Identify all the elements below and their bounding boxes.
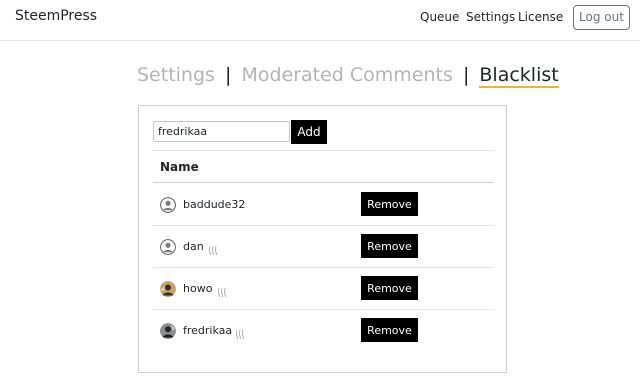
steem-icon: [235, 325, 246, 340]
remove-button[interactable]: Remove: [361, 234, 418, 258]
steem-icon: [217, 283, 228, 298]
remove-button[interactable]: Remove: [361, 318, 418, 342]
add-button[interactable]: Add: [291, 120, 327, 144]
table-row: dan Remove: [153, 226, 494, 268]
tab-separator: |: [462, 64, 470, 86]
default-avatar-icon: [160, 239, 176, 255]
nav-link-settings[interactable]: Settings: [466, 10, 515, 24]
photo-avatar-icon: [160, 323, 176, 339]
default-avatar-icon: [160, 197, 176, 213]
remove-button[interactable]: Remove: [361, 192, 418, 216]
tab-settings[interactable]: Settings: [137, 64, 215, 86]
table-row: baddude32 Remove: [153, 184, 494, 226]
remove-button[interactable]: Remove: [361, 276, 418, 300]
table-header: Name: [153, 150, 494, 183]
tab-separator: |: [224, 64, 232, 86]
username[interactable]: fredrikaa: [183, 324, 232, 337]
brand-link[interactable]: SteemPress: [15, 8, 97, 24]
username[interactable]: howo: [183, 282, 212, 295]
top-navbar: SteemPress Queue Settings License Log ou…: [0, 0, 640, 41]
logout-button[interactable]: Log out: [573, 5, 630, 30]
username-input[interactable]: [153, 121, 290, 142]
nav-link-queue[interactable]: Queue: [420, 10, 459, 24]
section-tabs: Settings | Moderated Comments | Blacklis…: [137, 64, 559, 94]
username[interactable]: dan: [183, 240, 204, 253]
tab-blacklist[interactable]: Blacklist: [479, 64, 559, 88]
username[interactable]: baddude32: [183, 198, 245, 211]
tab-moderated-comments[interactable]: Moderated Comments: [241, 64, 452, 86]
table-row: howo Remove: [153, 268, 494, 310]
steem-icon: [208, 241, 219, 256]
table-row: fredrikaa Remove: [153, 310, 494, 352]
photo-avatar-icon: [160, 281, 176, 297]
blacklist-panel: Add Name baddude32 Remove dan: [138, 105, 507, 373]
nav-link-license[interactable]: License: [518, 10, 563, 24]
column-header-name: Name: [160, 160, 199, 174]
